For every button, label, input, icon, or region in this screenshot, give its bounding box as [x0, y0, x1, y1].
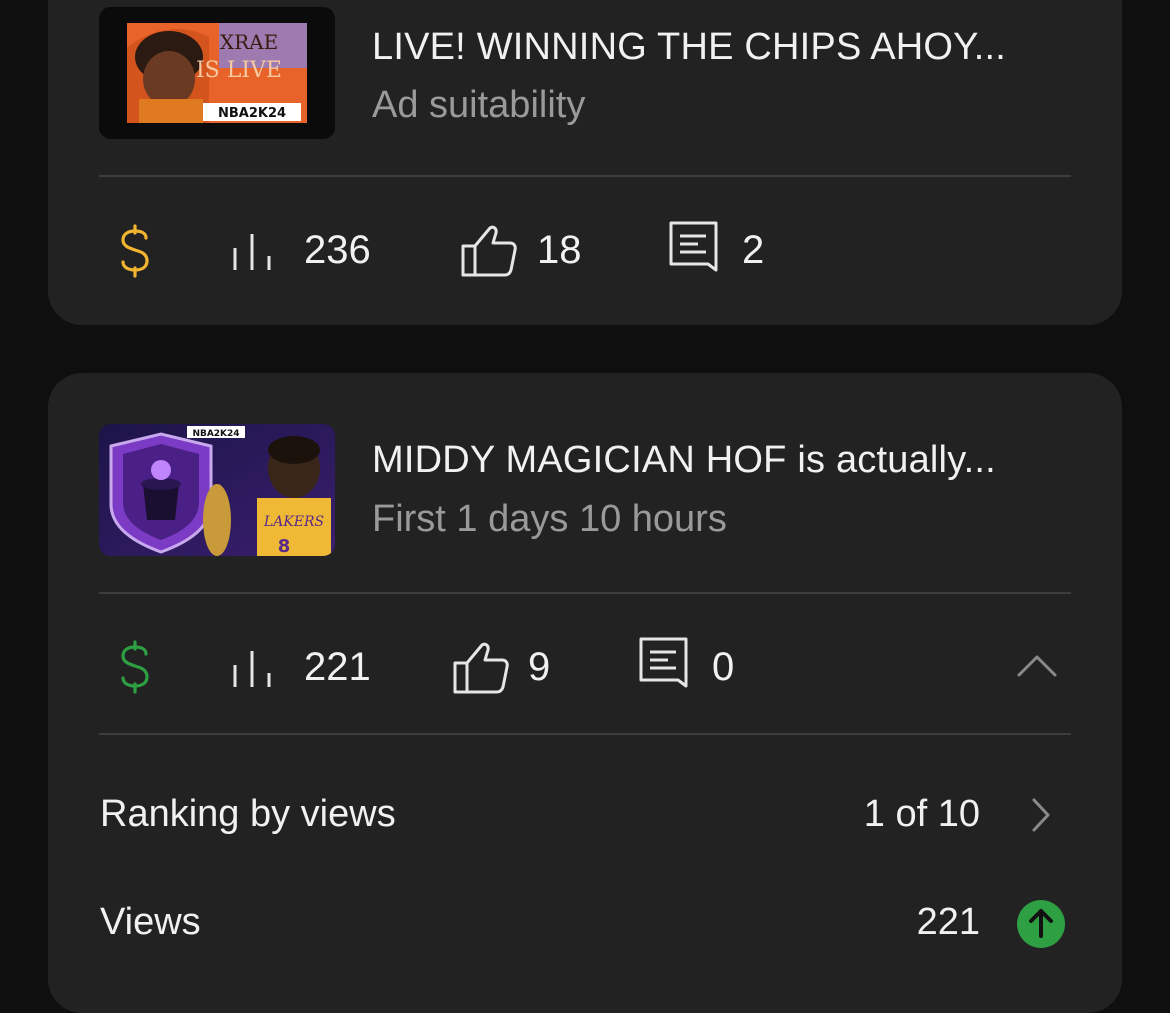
views-bar-icon	[233, 234, 271, 270]
thumbnail-text: XRAE	[220, 30, 278, 54]
likes-count: 9	[528, 645, 551, 689]
video-thumbnail[interactable]: LAKERS 8 NBA2K24	[99, 424, 335, 556]
thumbnail-text: 8	[278, 536, 291, 556]
divider	[99, 733, 1071, 735]
divider	[99, 592, 1071, 594]
chevron-right-icon[interactable]	[1030, 797, 1052, 833]
thumbs-up-icon	[461, 225, 517, 277]
video-subtitle: First 1 days 10 hours	[372, 498, 727, 540]
thumbnail-text: NBA2K24	[192, 429, 239, 439]
views-bar-icon	[233, 651, 271, 687]
comment-icon	[669, 221, 718, 272]
thumbs-up-icon	[453, 642, 509, 694]
thumbnail-text: LAKERS	[263, 514, 324, 530]
thumbnail-text: IS LIVE	[196, 58, 282, 83]
thumbnail-image: XRAE IS LIVE NBA2K24	[99, 7, 335, 139]
video-card[interactable]: XRAE IS LIVE NBA2K24 LIVE! WINNING THE C…	[48, 0, 1122, 325]
video-subtitle: Ad suitability	[372, 84, 586, 126]
divider	[99, 175, 1071, 177]
comments-count: 0	[712, 645, 735, 689]
comment-icon	[639, 637, 688, 688]
ranking-value: 1 of 10	[863, 793, 980, 835]
video-card[interactable]: LAKERS 8 NBA2K24 MIDDY MAGICIAN HOF is a…	[48, 373, 1122, 1013]
views-count: 221	[304, 645, 371, 689]
video-thumbnail[interactable]: XRAE IS LIVE NBA2K24	[99, 7, 335, 139]
views-value: 221	[916, 901, 980, 943]
arrow-up-circle-icon	[1017, 900, 1065, 948]
video-title[interactable]: LIVE! WINNING THE CHIPS AHOY...	[372, 26, 1006, 69]
comments-count: 2	[742, 228, 765, 272]
views-label: Views	[100, 901, 201, 943]
video-title[interactable]: MIDDY MAGICIAN HOF is actually...	[372, 439, 996, 482]
likes-count: 18	[537, 228, 582, 272]
dollar-icon	[121, 224, 149, 278]
ranking-label: Ranking by views	[100, 793, 396, 835]
chevron-up-icon[interactable]	[1016, 653, 1058, 679]
thumbnail-image: LAKERS 8 NBA2K24	[99, 424, 335, 556]
thumbnail-text: NBA2K24	[218, 106, 286, 121]
dollar-icon	[121, 640, 149, 694]
views-count: 236	[304, 228, 371, 272]
